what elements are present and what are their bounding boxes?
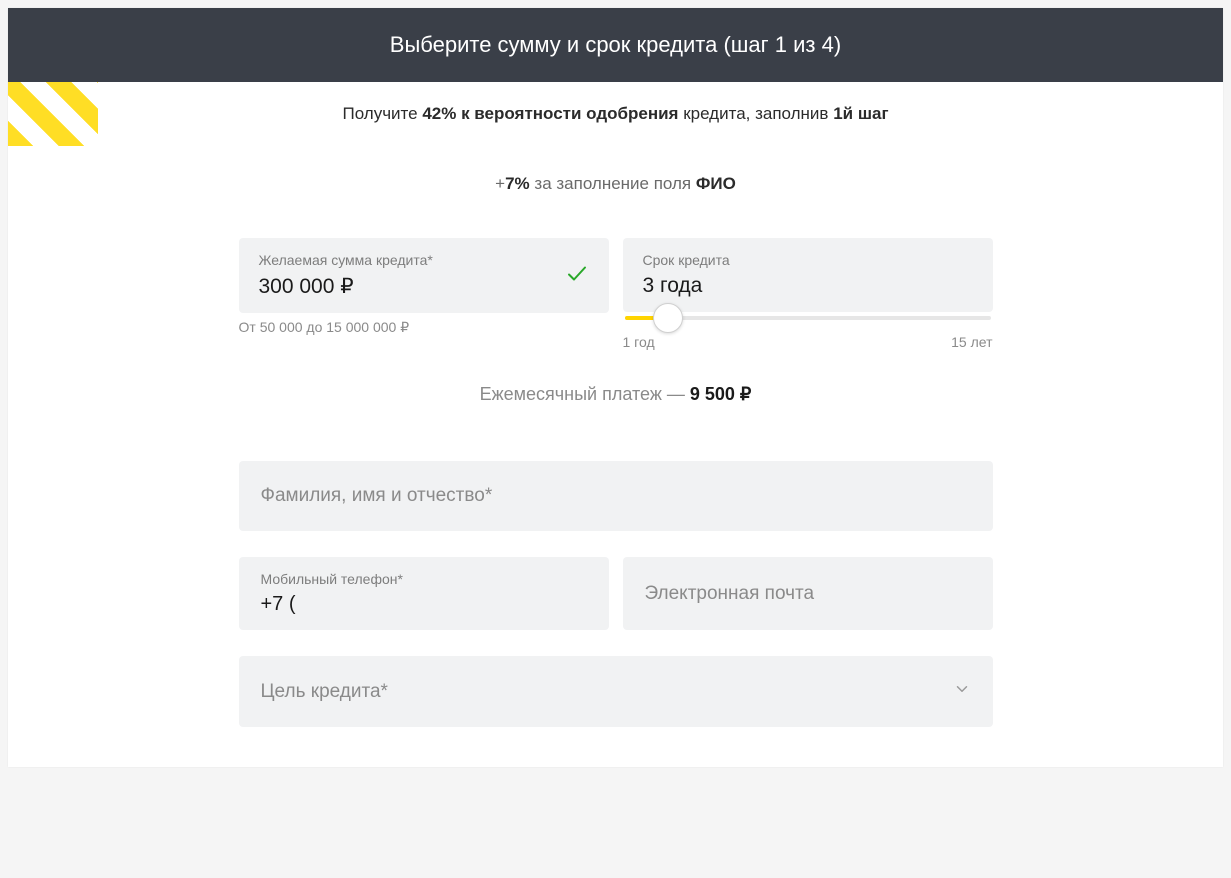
term-slider[interactable] xyxy=(623,316,993,320)
phone-value: +7 ( xyxy=(261,593,587,616)
check-icon xyxy=(565,261,589,290)
amount-value: 300 000 ₽ xyxy=(259,274,553,299)
fio-input[interactable]: Фамилия, имя и отчество* xyxy=(239,461,993,531)
bonus-plus: + xyxy=(495,174,505,193)
phone-label: Мобильный телефон* xyxy=(261,571,587,587)
slider-thumb[interactable] xyxy=(653,303,683,333)
loan-form-page: Выберите сумму и срок кредита (шаг 1 из … xyxy=(8,8,1223,767)
amount-label: Желаемая сумма кредита* xyxy=(259,252,553,268)
term-value: 3 года xyxy=(643,274,973,298)
bonus-field: ФИО xyxy=(696,174,736,193)
subheader-middle: кредита, заполнив xyxy=(678,104,833,123)
term-input[interactable]: Срок кредита 3 года xyxy=(623,238,993,312)
monthly-payment-line: Ежемесячный платеж — 9 500 ₽ xyxy=(239,384,993,405)
term-col: Срок кредита 3 года 1 год 15 лет xyxy=(623,238,993,350)
subheader-boost: 42% к вероятности одобрения xyxy=(422,104,678,123)
email-placeholder: Электронная почта xyxy=(645,583,815,605)
fio-placeholder: Фамилия, имя и отчество* xyxy=(261,485,971,507)
subheader-row: Получите 42% к вероятности одобрения кре… xyxy=(8,82,1223,146)
step-title: Выберите сумму и срок кредита (шаг 1 из … xyxy=(390,32,841,57)
term-min-label: 1 год xyxy=(623,334,655,350)
term-max-label: 15 лет xyxy=(951,334,992,350)
field-bonus-line: +7% за заполнение поля ФИО xyxy=(8,174,1223,194)
amount-input[interactable]: Желаемая сумма кредита* 300 000 ₽ xyxy=(239,238,609,313)
bonus-percent: 7% xyxy=(505,174,530,193)
chevron-down-icon xyxy=(953,680,971,703)
purpose-select[interactable]: Цель кредита* xyxy=(239,656,993,727)
amount-col: Желаемая сумма кредита* 300 000 ₽ От 50 … xyxy=(239,238,609,350)
email-input[interactable]: Электронная почта xyxy=(623,557,993,630)
step-header: Выберите сумму и срок кредита (шаг 1 из … xyxy=(8,8,1223,82)
subheader-step: 1й шаг xyxy=(833,104,888,123)
payment-value: 9 500 ₽ xyxy=(690,384,752,404)
slider-labels: 1 год 15 лет xyxy=(623,334,993,350)
amount-term-row: Желаемая сумма кредита* 300 000 ₽ От 50 … xyxy=(239,238,993,350)
approval-boost-text: Получите 42% к вероятности одобрения кре… xyxy=(8,104,1223,124)
term-label: Срок кредита xyxy=(643,252,973,268)
form-area: Желаемая сумма кредита* 300 000 ₽ От 50 … xyxy=(231,238,1001,767)
phone-email-row: Мобильный телефон* +7 ( Электронная почт… xyxy=(239,557,993,630)
purpose-placeholder: Цель кредита* xyxy=(261,681,388,703)
phone-input[interactable]: Мобильный телефон* +7 ( xyxy=(239,557,609,630)
slider-track xyxy=(625,316,991,320)
amount-hint: От 50 000 до 15 000 000 ₽ xyxy=(239,319,609,336)
subheader-prefix: Получите xyxy=(342,104,422,123)
payment-label: Ежемесячный платеж — xyxy=(480,384,690,404)
bonus-rest: за заполнение поля xyxy=(530,174,696,193)
